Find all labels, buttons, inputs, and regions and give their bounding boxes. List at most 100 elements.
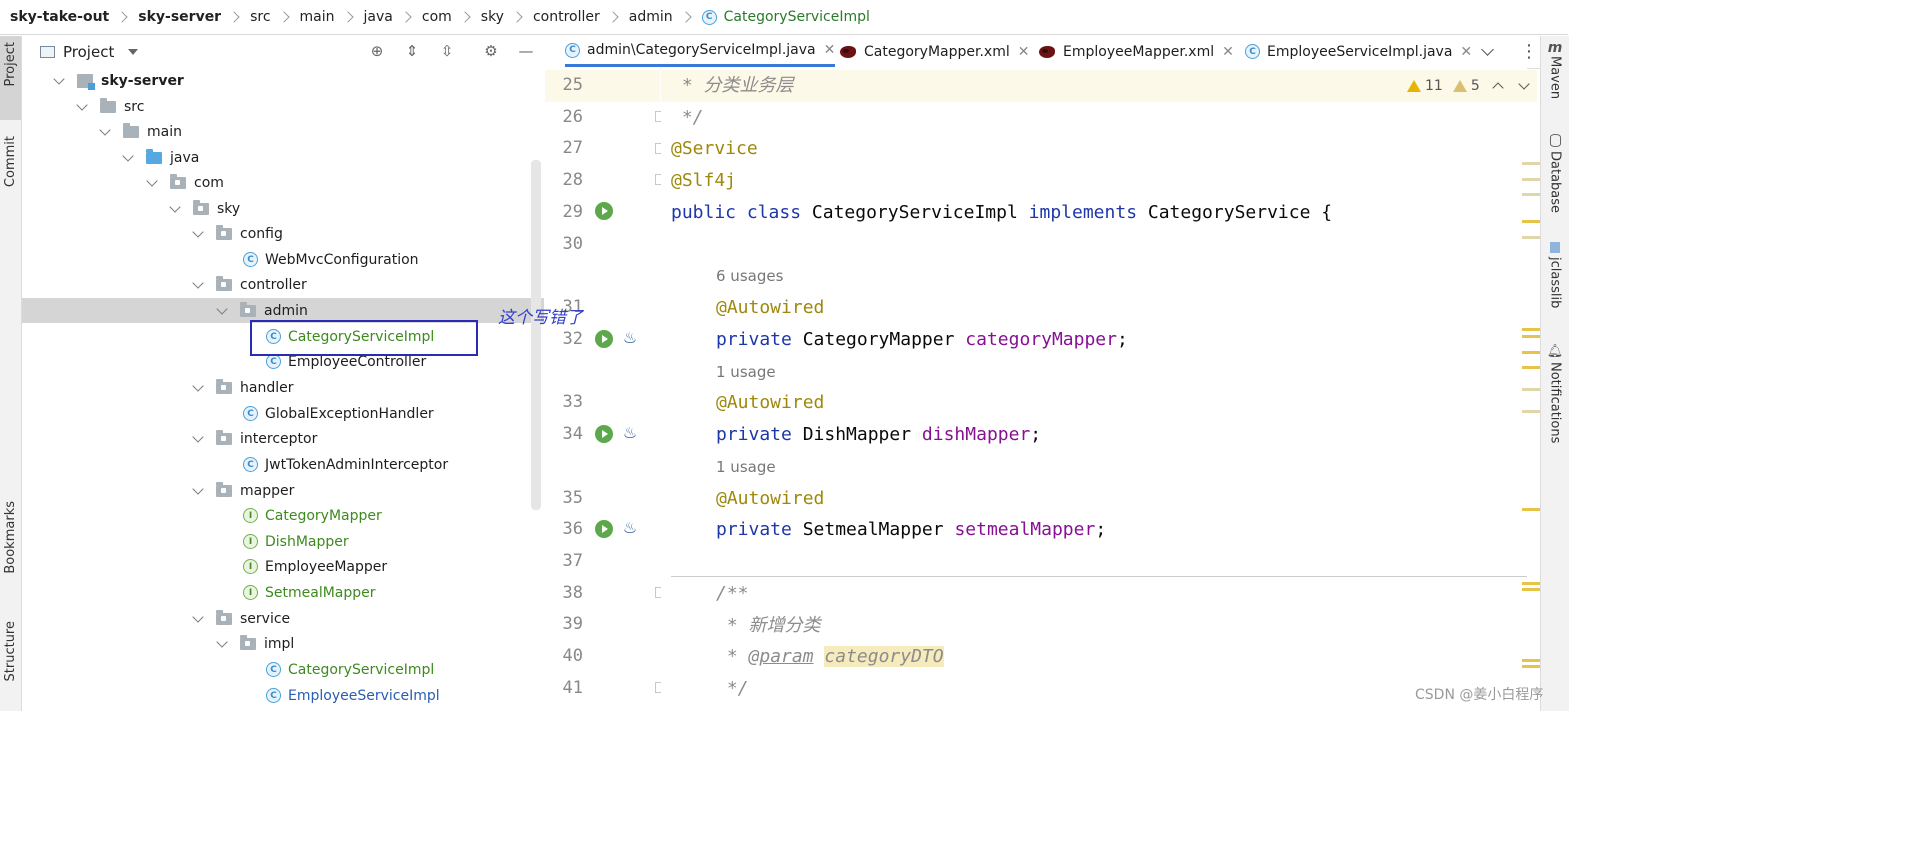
stripe-mark[interactable] <box>1522 659 1540 662</box>
chevron-up-icon[interactable] <box>1492 82 1504 94</box>
tree-row[interactable]: C EmployeeServiceImpl <box>22 683 544 708</box>
stripe-mark[interactable] <box>1522 508 1540 511</box>
mybatis-java-icon[interactable]: ♨ <box>620 422 640 444</box>
chevron-down-icon[interactable] <box>122 149 134 162</box>
tool-tab-jclasslib[interactable]: jclasslib <box>1543 242 1567 352</box>
stripe-mark[interactable] <box>1522 351 1540 354</box>
hide-panel-icon[interactable]: — <box>517 42 535 60</box>
tree-row[interactable]: C CategoryServiceImpl <box>22 657 544 682</box>
chevron-down-icon[interactable] <box>192 225 204 238</box>
autowired-bean-icon[interactable] <box>595 330 613 348</box>
tool-tab-bookmarks[interactable]: Bookmarks <box>0 501 21 601</box>
tool-tab-maven[interactable]: m Maven <box>1543 40 1567 120</box>
breadcrumb-item-admin[interactable]: admin <box>629 9 702 25</box>
stripe-mark[interactable] <box>1522 410 1540 413</box>
chevron-down-icon[interactable] <box>76 98 88 111</box>
usages-hint[interactable]: 6 usages <box>716 261 783 291</box>
chevron-down-icon[interactable] <box>169 200 181 213</box>
tree-scrollbar[interactable] <box>531 160 541 510</box>
gear-icon[interactable]: ⚙ <box>482 42 500 60</box>
tree-row[interactable]: I SetmealMapper <box>22 580 544 605</box>
chevron-down-icon[interactable] <box>192 379 204 392</box>
chevron-down-icon[interactable] <box>53 72 65 85</box>
editor-tab-employee-mapper-xml[interactable]: EmployeeMapper.xml ✕ <box>1039 36 1234 67</box>
chevron-down-icon[interactable] <box>216 302 228 315</box>
tree-row[interactable]: C WebMvcConfiguration <box>22 247 544 272</box>
tool-tab-structure[interactable]: Structure <box>0 621 21 706</box>
stripe-mark[interactable] <box>1522 388 1540 391</box>
breadcrumb-item-class[interactable]: C CategoryServiceImpl <box>701 9 870 25</box>
editor-tab-category-service-impl[interactable]: C admin\CategoryServiceImpl.java ✕ <box>565 36 836 67</box>
tool-tab-notifications[interactable]: 🔔︎ Notifications <box>1543 344 1567 474</box>
stripe-mark[interactable] <box>1522 178 1540 181</box>
stripe-mark[interactable] <box>1522 236 1540 239</box>
tree-row[interactable]: I DishMapper <box>22 529 544 554</box>
code-editor[interactable]: * 分类业务层 */ @Service @Slf4j public class … <box>661 68 1527 711</box>
bean-navigation-icon[interactable] <box>595 202 613 220</box>
stripe-mark[interactable] <box>1522 328 1540 331</box>
tree-row[interactable]: java <box>22 145 544 170</box>
autowired-bean-icon[interactable] <box>595 425 613 443</box>
collapse-all-icon[interactable]: ⇳ <box>438 42 456 60</box>
tree-row[interactable]: I CategoryMapper <box>22 503 544 528</box>
breadcrumb-item-main[interactable]: main <box>300 9 364 25</box>
tree-row[interactable]: interceptor <box>22 426 544 451</box>
project-panel-title[interactable]: Project <box>63 43 114 61</box>
tree-row[interactable]: impl <box>22 631 544 656</box>
chevron-down-icon[interactable] <box>192 610 204 623</box>
breadcrumb-item-com[interactable]: com <box>422 9 481 25</box>
autowired-bean-icon[interactable] <box>595 520 613 538</box>
stripe-mark[interactable] <box>1522 582 1540 585</box>
editor-tab-employee-service-impl[interactable]: C EmployeeServiceImpl.java ✕ <box>1245 36 1472 67</box>
close-icon[interactable]: ✕ <box>824 42 836 58</box>
stripe-mark[interactable] <box>1522 665 1540 668</box>
close-icon[interactable]: ✕ <box>1460 44 1472 60</box>
tree-row[interactable]: src <box>22 94 544 119</box>
breadcrumb-item-sky[interactable]: sky <box>481 9 533 25</box>
breadcrumb-item-project[interactable]: sky-take-out <box>10 9 138 25</box>
stripe-mark[interactable] <box>1522 162 1540 165</box>
stripe-mark[interactable] <box>1522 335 1540 338</box>
tree-row[interactable]: handler <box>22 375 544 400</box>
error-stripe[interactable] <box>1522 68 1540 711</box>
mybatis-java-icon[interactable]: ♨ <box>620 517 640 539</box>
editor-tab-category-mapper-xml[interactable]: CategoryMapper.xml ✕ <box>840 36 1029 67</box>
close-icon[interactable]: ✕ <box>1018 44 1030 60</box>
stripe-mark[interactable] <box>1522 588 1540 591</box>
tree-row[interactable]: sky-server <box>22 68 544 93</box>
tree-row[interactable]: mapper <box>22 478 544 503</box>
chevron-down-icon[interactable] <box>192 276 204 289</box>
breadcrumb-item-module[interactable]: sky-server <box>138 9 250 25</box>
close-icon[interactable]: ✕ <box>1222 44 1234 60</box>
chevron-down-icon[interactable] <box>146 174 158 187</box>
tree-row[interactable]: controller <box>22 272 544 297</box>
tree-row[interactable]: main <box>22 119 544 144</box>
breadcrumb-item-controller[interactable]: controller <box>533 9 629 25</box>
chevron-down-icon[interactable] <box>128 49 139 55</box>
chevron-down-icon[interactable] <box>99 123 111 136</box>
tree-row[interactable]: config <box>22 221 544 246</box>
breadcrumb-item-java[interactable]: java <box>364 9 422 25</box>
locate-icon[interactable]: ⊕ <box>368 42 386 60</box>
breadcrumb-item-src[interactable]: src <box>250 9 299 25</box>
tool-tab-database[interactable]: Database <box>1543 134 1567 244</box>
stripe-mark[interactable] <box>1522 220 1540 223</box>
tool-tab-commit[interactable]: Commit <box>0 136 21 211</box>
mybatis-java-icon[interactable]: ♨ <box>620 327 640 349</box>
chevron-down-icon[interactable] <box>1481 36 1494 67</box>
tree-row[interactable]: I EmployeeMapper <box>22 554 544 579</box>
chevron-down-icon[interactable] <box>216 635 228 648</box>
chevron-down-icon[interactable] <box>192 482 204 495</box>
tree-row[interactable]: sky <box>22 196 544 221</box>
usages-hint[interactable]: 1 usage <box>716 357 776 387</box>
tree-row[interactable]: com <box>22 170 544 195</box>
tree-row[interactable]: C GlobalExceptionHandler <box>22 401 544 426</box>
tree-row[interactable]: C JwtTokenAdminInterceptor <box>22 452 544 477</box>
chevron-down-icon[interactable] <box>192 430 204 443</box>
usages-hint[interactable]: 1 usage <box>716 452 776 482</box>
more-options-icon[interactable]: ⋮ <box>1520 36 1538 67</box>
tool-tab-project[interactable]: Project <box>0 36 21 120</box>
tree-row[interactable]: service <box>22 606 544 631</box>
stripe-mark[interactable] <box>1522 366 1540 369</box>
stripe-mark[interactable] <box>1522 193 1540 196</box>
